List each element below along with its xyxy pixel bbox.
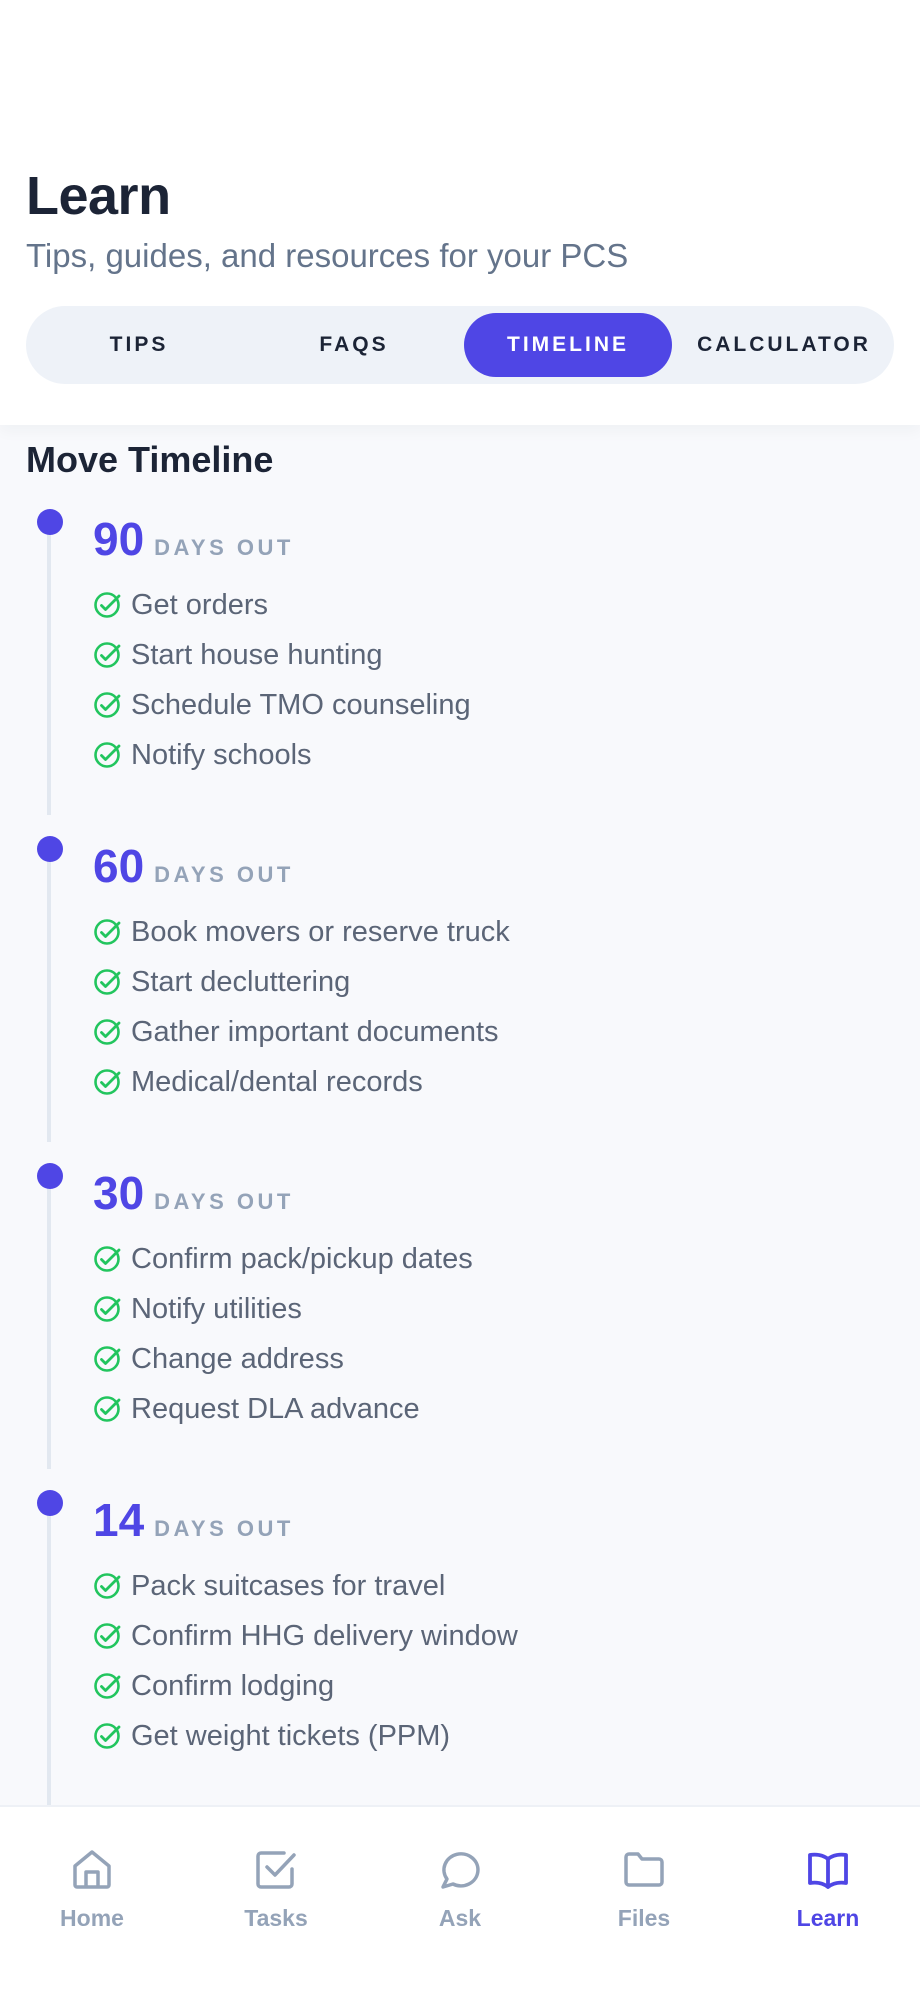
timeline-task: Confirm lodging bbox=[93, 1666, 334, 1706]
chat-bubble-icon bbox=[441, 1852, 480, 1889]
check-circle-icon bbox=[94, 1019, 121, 1045]
tab-calculator[interactable]: CALCULATOR bbox=[681, 313, 887, 377]
timeline-line bbox=[47, 1516, 51, 1816]
page-subtitle: Tips, guides, and resources for your PCS bbox=[26, 237, 629, 274]
timeline-dot bbox=[37, 1163, 63, 1189]
timeline-dot bbox=[37, 1490, 63, 1516]
timeline-task: Book movers or reserve truck bbox=[93, 912, 510, 952]
folder-icon bbox=[624, 1852, 664, 1887]
timeline-task: Get weight tickets (PPM) bbox=[93, 1716, 450, 1756]
check-circle-icon bbox=[94, 742, 121, 768]
days-heading: 60 DAYS OUT bbox=[93, 838, 294, 894]
check-circle-icon bbox=[94, 919, 121, 945]
timeline-line bbox=[47, 1189, 51, 1469]
timeline-task: Start decluttering bbox=[93, 962, 350, 1002]
task-text: Confirm lodging bbox=[131, 1670, 335, 1702]
task-text: Get orders bbox=[131, 589, 268, 621]
book-icon bbox=[808, 1852, 848, 1889]
timeline-dot bbox=[37, 509, 63, 535]
days-number: 60 bbox=[93, 840, 145, 892]
checkbox-icon bbox=[256, 1851, 296, 1889]
timeline-task: Start house hunting bbox=[93, 635, 383, 675]
days-heading: 90 DAYS OUT bbox=[93, 511, 294, 567]
check-circle-icon bbox=[94, 1296, 121, 1322]
page-header: Learn Tips, guides, and resources for yo… bbox=[0, 0, 920, 425]
check-circle-icon bbox=[94, 1246, 121, 1272]
timeline-task: Notify schools bbox=[93, 735, 312, 775]
nav-home[interactable]: Home bbox=[32, 1839, 152, 1949]
check-circle-icon bbox=[94, 592, 121, 618]
timeline-task: Confirm HHG delivery window bbox=[93, 1616, 518, 1656]
check-circle-icon bbox=[94, 1673, 121, 1699]
timeline-task: Gather important documents bbox=[93, 1012, 499, 1052]
timeline-task: Request DLA advance bbox=[93, 1389, 420, 1429]
check-circle-icon bbox=[94, 1346, 121, 1372]
timeline-dot bbox=[37, 836, 63, 862]
timeline-task: Get orders bbox=[93, 585, 268, 625]
page-title: Learn bbox=[26, 166, 171, 226]
tab-timeline[interactable]: TIMELINE bbox=[464, 313, 672, 377]
timeline-group-60: 60 DAYS OUT Book movers or reserve truck… bbox=[0, 836, 920, 1142]
nav-learn[interactable]: Learn bbox=[768, 1839, 888, 1949]
task-text: Confirm HHG delivery window bbox=[131, 1620, 518, 1652]
days-label: DAYS OUT bbox=[154, 1516, 294, 1541]
timeline-line bbox=[47, 862, 51, 1142]
task-text: Request DLA advance bbox=[131, 1393, 420, 1425]
nav-label: Tasks bbox=[244, 1905, 308, 1931]
timeline-task: Pack suitcases for travel bbox=[93, 1566, 445, 1606]
task-text: Medical/dental records bbox=[131, 1066, 423, 1098]
tab-faqs[interactable]: FAQS bbox=[251, 313, 457, 377]
timeline-task: Notify utilities bbox=[93, 1289, 302, 1329]
timeline-task: Change address bbox=[93, 1339, 344, 1379]
nav-files[interactable]: Files bbox=[584, 1839, 704, 1949]
days-heading: 30 DAYS OUT bbox=[93, 1165, 294, 1221]
task-text: Change address bbox=[131, 1343, 344, 1375]
nav-label: Files bbox=[617, 1905, 671, 1931]
timeline-group-90: 90 DAYS OUT Get orders Start house hunti… bbox=[0, 509, 920, 815]
nav-label: Ask bbox=[438, 1905, 482, 1931]
timeline-line bbox=[47, 535, 51, 815]
timeline-task: Medical/dental records bbox=[93, 1062, 423, 1102]
days-label: DAYS OUT bbox=[154, 535, 294, 560]
task-text: Get weight tickets (PPM) bbox=[131, 1720, 451, 1752]
timeline-group-30: 30 DAYS OUT Confirm pack/pickup dates No… bbox=[0, 1163, 920, 1469]
task-text: Book movers or reserve truck bbox=[131, 916, 510, 948]
task-text: Gather important documents bbox=[131, 1016, 499, 1048]
days-number: 30 bbox=[93, 1167, 145, 1219]
nav-ask[interactable]: Ask bbox=[400, 1839, 520, 1949]
home-icon bbox=[73, 1850, 111, 1889]
learn-tabs: TIPS FAQS TIMELINE CALCULATOR bbox=[26, 306, 894, 384]
bottom-nav: Home Tasks Ask Files Learn bbox=[0, 1805, 920, 2002]
nav-label: Home bbox=[60, 1905, 124, 1931]
check-circle-icon bbox=[94, 1623, 121, 1649]
check-circle-icon bbox=[94, 1069, 121, 1095]
task-text: Notify utilities bbox=[131, 1293, 302, 1325]
task-text: Start house hunting bbox=[131, 639, 383, 671]
days-label: DAYS OUT bbox=[154, 1189, 294, 1214]
days-number: 90 bbox=[93, 513, 145, 565]
task-text: Notify schools bbox=[131, 739, 312, 771]
check-circle-icon bbox=[94, 969, 121, 995]
check-circle-icon bbox=[94, 1723, 121, 1749]
task-text: Pack suitcases for travel bbox=[131, 1570, 446, 1602]
nav-label: Learn bbox=[796, 1905, 860, 1931]
check-circle-icon bbox=[94, 1396, 121, 1422]
days-heading: 14 DAYS OUT bbox=[93, 1492, 294, 1548]
check-circle-icon bbox=[94, 692, 121, 718]
task-text: Confirm pack/pickup dates bbox=[131, 1243, 473, 1275]
tab-tips[interactable]: TIPS bbox=[36, 313, 242, 377]
task-text: Schedule TMO counseling bbox=[131, 689, 471, 721]
timeline-group-14: 14 DAYS OUT Pack suitcases for travel Co… bbox=[0, 1490, 920, 1816]
nav-tasks[interactable]: Tasks bbox=[216, 1839, 336, 1949]
task-text: Start decluttering bbox=[131, 966, 351, 998]
days-number: 14 bbox=[93, 1494, 145, 1546]
timeline-title: Move Timeline bbox=[26, 439, 274, 480]
check-circle-icon bbox=[94, 642, 121, 668]
timeline-task: Confirm pack/pickup dates bbox=[93, 1239, 473, 1279]
check-circle-icon bbox=[94, 1573, 121, 1599]
timeline-task: Schedule TMO counseling bbox=[93, 685, 471, 725]
days-label: DAYS OUT bbox=[154, 862, 294, 887]
